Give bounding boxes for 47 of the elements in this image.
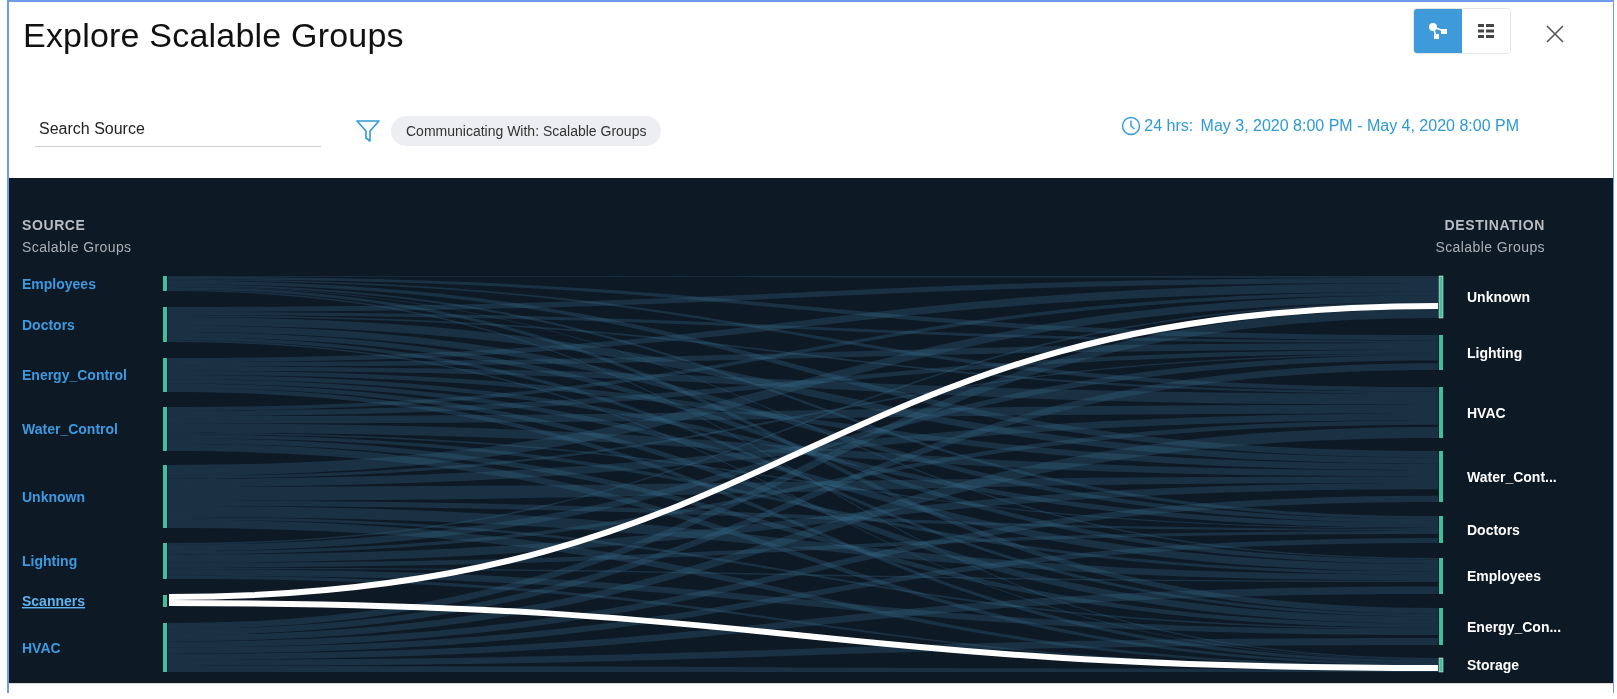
- column-heading: DESTINATION: [1444, 217, 1545, 233]
- node-bar[interactable]: [163, 595, 167, 607]
- node-bar[interactable]: [163, 623, 167, 672]
- flow-link[interactable]: [168, 600, 1439, 671]
- node-bar[interactable]: [163, 307, 167, 342]
- destination-label[interactable]: Water_Cont...: [1467, 468, 1557, 485]
- node-bar[interactable]: [163, 465, 167, 528]
- node-bar[interactable]: [1439, 558, 1443, 594]
- node-bar[interactable]: [163, 407, 167, 451]
- node-bar[interactable]: [163, 543, 167, 579]
- nodes-icon: [1428, 22, 1448, 40]
- window-title: Explore Scalable Groups: [23, 16, 404, 55]
- destination-label[interactable]: Employees: [1467, 568, 1541, 584]
- source-label[interactable]: Employees: [22, 275, 96, 292]
- node-bar[interactable]: [1439, 451, 1443, 502]
- source-label[interactable]: Scanners: [22, 593, 86, 609]
- source-label[interactable]: Lighting: [22, 553, 78, 569]
- close-icon: [1545, 24, 1565, 44]
- time-duration: 24 hrs:: [1144, 117, 1194, 135]
- source-label[interactable]: Doctors: [22, 316, 75, 333]
- destination-label[interactable]: Storage: [1467, 657, 1520, 673]
- destination-label[interactable]: Energy_Con...: [1467, 618, 1562, 635]
- filter-icon[interactable]: [355, 118, 381, 143]
- destination-label[interactable]: HVAC: [1467, 404, 1506, 421]
- clock-icon: [1121, 116, 1142, 136]
- column-heading: SOURCE: [22, 217, 86, 233]
- source-label[interactable]: HVAC: [22, 639, 61, 656]
- flow-link[interactable]: [168, 303, 1439, 600]
- node-bar[interactable]: [1438, 657, 1444, 673]
- node-bar[interactable]: [1439, 608, 1443, 645]
- node-bar[interactable]: [163, 358, 167, 392]
- node-bar[interactable]: [1439, 516, 1443, 543]
- list-icon: [1477, 23, 1495, 39]
- close-button[interactable]: [1545, 24, 1565, 44]
- column-subheading: Scalable Groups: [22, 239, 132, 255]
- destination-label[interactable]: Unknown: [1467, 289, 1530, 305]
- source-label[interactable]: Water_Control: [22, 421, 118, 437]
- node-bar[interactable]: [1439, 387, 1443, 438]
- node-bar[interactable]: [1439, 335, 1443, 370]
- node-bar[interactable]: [1438, 275, 1444, 319]
- destination-label[interactable]: Doctors: [1467, 521, 1520, 538]
- destination-label[interactable]: Lighting: [1467, 344, 1523, 361]
- source-label[interactable]: Energy_Control: [22, 367, 127, 383]
- source-label[interactable]: Unknown: [22, 488, 85, 505]
- filter-chip[interactable]: Communicating With: Scalable Groups: [391, 115, 662, 146]
- node-bar[interactable]: [163, 276, 167, 291]
- column-subheading: Scalable Groups: [1435, 239, 1545, 255]
